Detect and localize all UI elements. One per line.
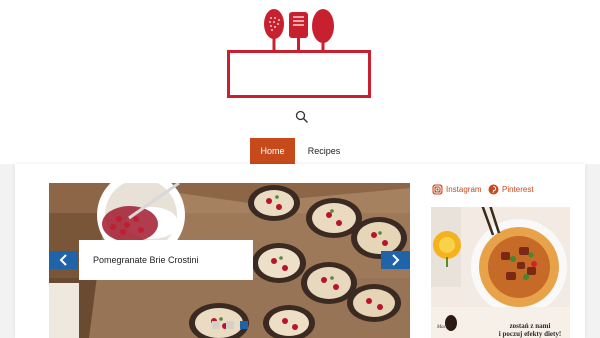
ad-slogan-line-1: zostań z nami — [509, 322, 551, 330]
slide-caption[interactable]: Pomegranate Brie Crostini — [79, 240, 253, 280]
nav-item-recipes[interactable]: Recipes — [300, 138, 348, 164]
ad-slogan: zostań z nami i poczuj efekty diety! — [495, 322, 565, 338]
nav-item-home[interactable]: Home — [250, 138, 295, 164]
logo-frame — [227, 50, 371, 98]
site-logo[interactable] — [226, 6, 376, 102]
instagram-label: Instagram — [446, 185, 482, 194]
slider-dot-active[interactable] — [240, 321, 248, 329]
slider-prev-button[interactable] — [49, 251, 78, 269]
search-button[interactable] — [295, 110, 309, 124]
chevron-left-icon — [59, 254, 67, 266]
pinterest-label: Pinterest — [502, 185, 534, 194]
slider-dot[interactable] — [226, 321, 234, 329]
instagram-link[interactable]: Instagram — [432, 184, 487, 196]
kitchen-utensils-logo-icon — [264, 9, 334, 52]
pinterest-link[interactable]: Pinterest — [488, 184, 543, 196]
slider-dot[interactable] — [212, 321, 220, 329]
ad-brand-logo: Maczfit — [437, 325, 452, 330]
ad-slogan-line-3-text: diety! — [544, 330, 562, 338]
chevron-right-icon — [392, 254, 400, 266]
slider-next-button[interactable] — [381, 251, 410, 269]
slider-dots — [212, 321, 250, 329]
pinterest-icon — [488, 184, 499, 195]
ad-slogan-line-2: i poczuj efekty diety! — [495, 330, 565, 338]
search-icon — [295, 110, 308, 123]
instagram-icon — [432, 184, 443, 195]
main-navigation: Home Recipes — [0, 138, 600, 164]
ad-slogan-line-2-text: i poczuj efekty — [498, 330, 543, 338]
site-header: Home Recipes — [0, 0, 600, 164]
sidebar-ad-banner[interactable]: Maczfit zostań z nami i poczuj efekty di… — [431, 207, 570, 338]
featured-slider[interactable]: Pomegranate Brie Crostini — [49, 183, 410, 338]
ad-food-image — [431, 207, 570, 338]
